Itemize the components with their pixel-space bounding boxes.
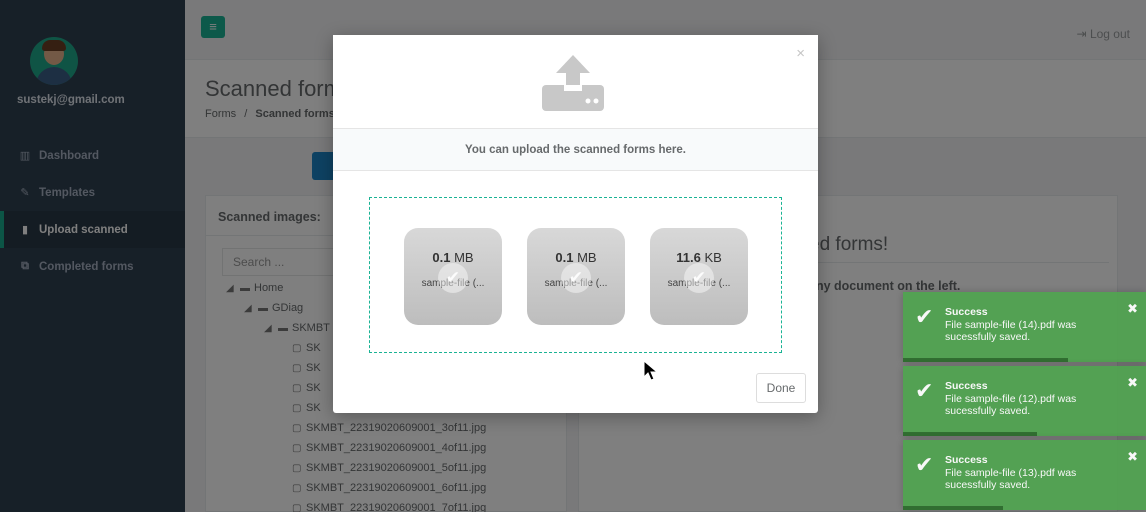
toast-progress-bar: [903, 358, 1069, 362]
success-toast[interactable]: ✔ Success File sample-file (13).pdf was …: [903, 440, 1146, 510]
file-preview[interactable]: 11.6 KB sample-file (... ✔: [650, 228, 748, 325]
success-toast[interactable]: ✔ Success File sample-file (12).pdf was …: [903, 366, 1146, 436]
checkmark-icon: ✔: [561, 263, 591, 293]
toast-progress-bar: [903, 506, 1003, 510]
done-button[interactable]: Done: [756, 373, 806, 403]
dropzone[interactable]: 0.1 MB sample-file (... ✔ 0.1 MB sample-…: [369, 197, 782, 353]
file-preview[interactable]: 0.1 MB sample-file (... ✔: [404, 228, 502, 325]
file-preview[interactable]: 0.1 MB sample-file (... ✔: [527, 228, 625, 325]
close-icon[interactable]: ✖: [1127, 375, 1138, 391]
close-icon[interactable]: ✖: [1127, 301, 1138, 317]
toast-message: File sample-file (13).pdf was sucessfull…: [945, 467, 1077, 491]
toast-message: File sample-file (12).pdf was sucessfull…: [945, 393, 1077, 417]
close-icon[interactable]: ×: [796, 45, 805, 62]
checkmark-icon: ✔: [915, 378, 934, 403]
checkmark-icon: ✔: [438, 263, 468, 293]
modal-header: ×: [333, 35, 818, 129]
checkmark-icon: ✔: [915, 452, 934, 477]
mouse-cursor-icon: [643, 360, 659, 381]
toast-message: File sample-file (14).pdf was sucessfull…: [945, 319, 1077, 343]
modal-subtitle: You can upload the scanned forms here.: [333, 129, 818, 171]
upload-modal: × You can upload the scanned forms here.…: [333, 35, 818, 413]
upload-icon: [542, 55, 604, 111]
toast-title: Success: [945, 380, 988, 392]
checkmark-icon: ✔: [915, 304, 934, 329]
close-icon[interactable]: ✖: [1127, 449, 1138, 465]
success-toast[interactable]: ✔ Success File sample-file (14).pdf was …: [903, 292, 1146, 362]
toast-progress-bar: [903, 432, 1037, 436]
toast-title: Success: [945, 306, 988, 318]
toast-title: Success: [945, 454, 988, 466]
checkmark-icon: ✔: [684, 263, 714, 293]
